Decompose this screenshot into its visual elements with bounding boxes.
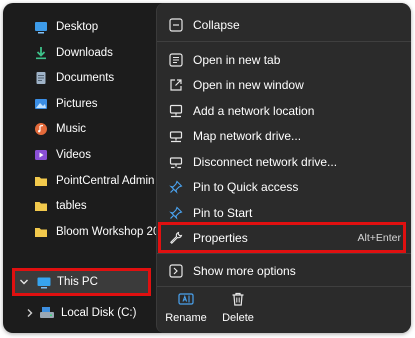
sidebar-item-music[interactable]: Music xyxy=(3,117,163,141)
pictures-icon xyxy=(34,97,48,111)
menu-item-pin-quick-access[interactable]: Pin to Quick access xyxy=(157,175,411,199)
sidebar-item-label: Documents xyxy=(56,72,115,84)
menu-item-label: Properties xyxy=(193,231,248,245)
menu-item-label: Map network drive... xyxy=(193,129,302,143)
sidebar-item-downloads[interactable]: Downloads xyxy=(3,41,163,65)
computer-icon xyxy=(37,277,51,288)
sidebar-item-label: PointCentral Admin Web xyxy=(56,175,163,187)
menu-divider xyxy=(157,286,411,287)
menu-item-label: Pin to Start xyxy=(193,206,253,220)
sidebar-item-pointcentral[interactable]: PointCentral Admin Web xyxy=(3,169,163,193)
sidebar-item-tables[interactable]: tables xyxy=(3,194,163,218)
disconnect-drive-icon xyxy=(169,155,183,169)
menu-item-collapse[interactable]: Collapse xyxy=(157,13,411,37)
menu-item-open-new-window[interactable]: Open in new window xyxy=(157,73,411,97)
menu-divider xyxy=(157,41,411,42)
menu-item-open-new-tab[interactable]: Open in new tab xyxy=(157,48,411,72)
sidebar-item-label: Bloom Workshop 2026 xyxy=(56,226,163,238)
menu-item-label: Pin to Quick access xyxy=(193,180,299,194)
delete-button[interactable]: Delete xyxy=(213,291,263,331)
sidebar-item-bloom-workshop[interactable]: Bloom Workshop 2026 xyxy=(3,220,163,244)
rename-icon xyxy=(178,291,194,307)
delete-icon xyxy=(230,291,246,307)
sidebar-item-this-pc[interactable]: This PC xyxy=(12,268,151,296)
rename-label: Rename xyxy=(165,312,207,324)
folder-icon xyxy=(34,225,48,239)
sidebar-item-local-disk[interactable]: Local Disk (C:) xyxy=(25,303,136,323)
sidebar-item-documents[interactable]: Documents xyxy=(3,66,163,90)
document-icon xyxy=(34,71,48,85)
folder-icon xyxy=(34,199,48,213)
menu-item-properties[interactable]: Properties Alt+Enter xyxy=(157,226,411,250)
sidebar-item-desktop[interactable]: Desktop xyxy=(3,15,163,39)
folder-icon xyxy=(34,174,48,188)
sidebar-item-label: Local Disk (C:) xyxy=(61,307,137,319)
menu-item-label: Open in new window xyxy=(193,78,304,92)
network-location-icon xyxy=(169,104,183,118)
sidebar-item-label: Pictures xyxy=(56,98,98,110)
menu-item-pin-to-start[interactable]: Pin to Start xyxy=(157,201,411,225)
sidebar-item-pictures[interactable]: Pictures xyxy=(3,92,163,116)
videos-icon xyxy=(34,148,48,162)
sidebar-item-label: Desktop xyxy=(56,21,99,33)
pin-icon xyxy=(169,180,183,194)
menu-item-show-more-options[interactable]: Show more options xyxy=(157,259,411,283)
collapse-icon xyxy=(169,18,183,32)
download-icon xyxy=(34,46,48,60)
menu-item-label: Open in new tab xyxy=(193,53,281,67)
menu-item-label: Collapse xyxy=(193,18,240,32)
sidebar-item-label: tables xyxy=(56,200,87,212)
rename-button[interactable]: Rename xyxy=(161,291,211,331)
menu-item-label: Show more options xyxy=(193,264,296,278)
more-options-icon xyxy=(169,264,183,278)
menu-divider xyxy=(157,253,411,254)
sidebar-item-label: This PC xyxy=(57,276,98,288)
shortcut-hint: Alt+Enter xyxy=(357,232,401,244)
menu-item-label: Add a network location xyxy=(193,104,315,118)
menu-item-add-network-location[interactable]: Add a network location xyxy=(157,99,411,123)
menu-item-map-network-drive[interactable]: Map network drive... xyxy=(157,124,411,148)
new-window-icon xyxy=(169,78,183,92)
menu-item-label: Disconnect network drive... xyxy=(193,155,338,169)
map-drive-icon xyxy=(169,129,183,143)
music-icon xyxy=(34,122,48,136)
menu-item-disconnect-network-drive[interactable]: Disconnect network drive... xyxy=(157,150,411,174)
navigation-pane: Desktop Downloads Documents Pictures Mus… xyxy=(3,3,163,333)
drive-icon xyxy=(39,306,55,320)
sidebar-item-videos[interactable]: Videos xyxy=(3,143,163,167)
sidebar-item-label: Downloads xyxy=(56,47,113,59)
sidebar-item-label: Videos xyxy=(56,149,91,161)
pin-icon xyxy=(169,206,183,220)
desktop-icon xyxy=(34,20,48,34)
chevron-right-icon[interactable] xyxy=(25,308,39,318)
wrench-icon xyxy=(169,231,183,245)
context-menu: Collapse Open in new tab Open in new win… xyxy=(156,3,411,333)
sidebar-item-label: Music xyxy=(56,123,87,135)
delete-label: Delete xyxy=(222,312,254,324)
explorer-window: Desktop Downloads Documents Pictures Mus… xyxy=(3,3,411,333)
new-tab-icon xyxy=(169,53,183,67)
chevron-down-icon[interactable] xyxy=(19,277,31,287)
